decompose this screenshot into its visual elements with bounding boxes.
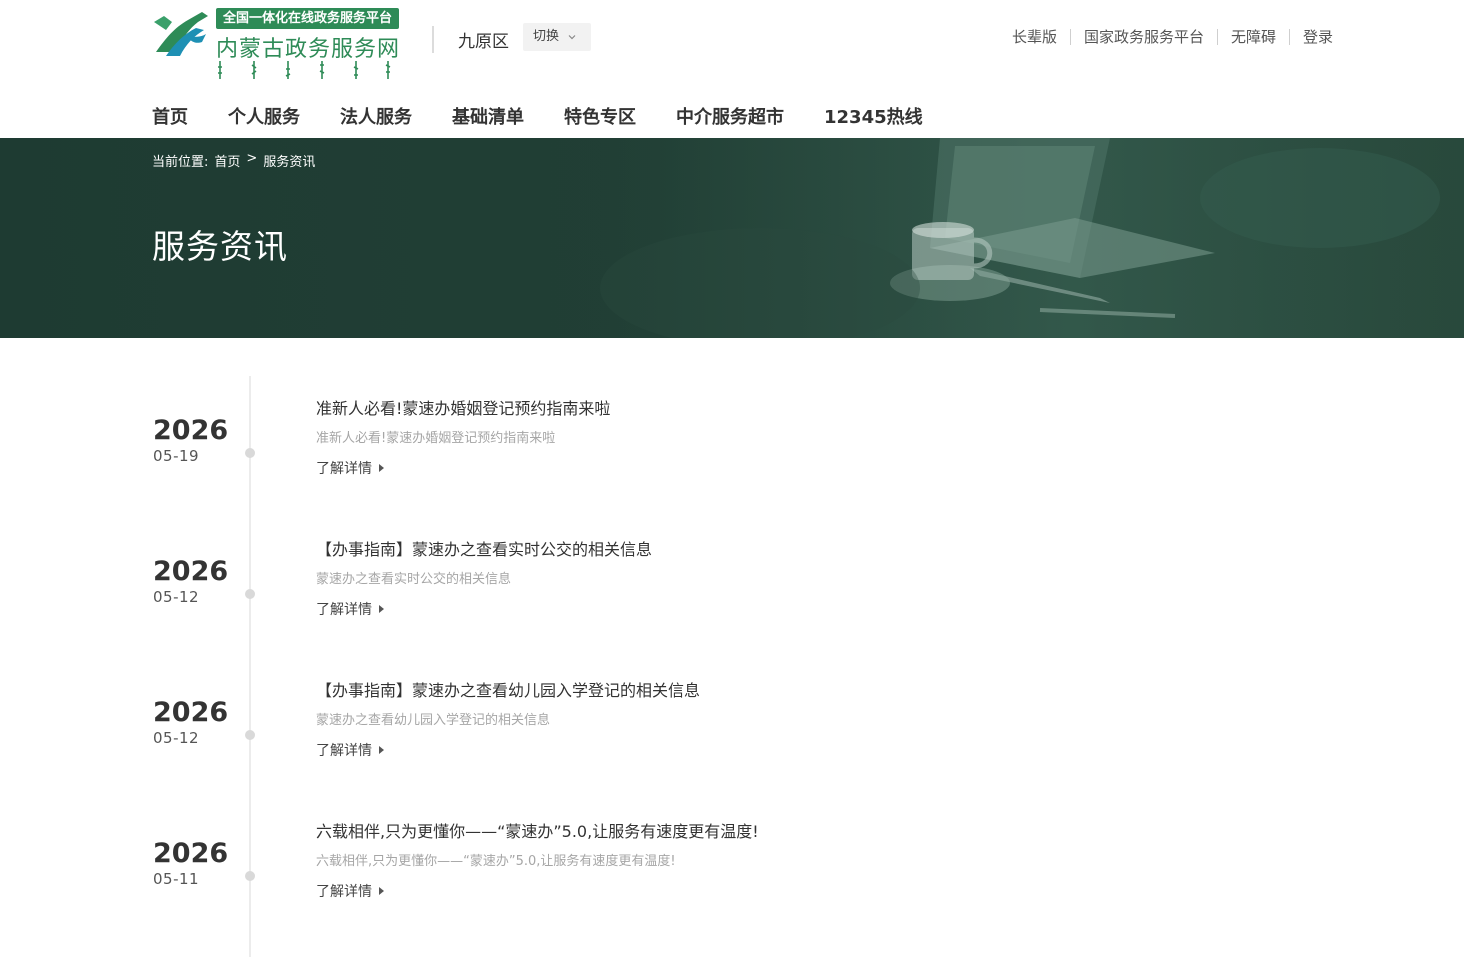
news-date: 05-12	[153, 729, 200, 747]
read-more-label: 了解详情	[316, 602, 372, 618]
national-platform-link[interactable]: 国家政务服务平台	[1084, 26, 1204, 47]
news-year: 2026	[153, 415, 229, 446]
news-summary: 蒙速办之查看幼儿园入学登记的相关信息	[316, 713, 551, 728]
timeline-dot	[245, 730, 255, 740]
news-summary: 蒙速办之查看实时公交的相关信息	[316, 572, 512, 587]
news-summary: 准新人必看!蒙速办婚姻登记预约指南来啦	[316, 431, 556, 446]
news-year: 2026	[153, 838, 229, 869]
nav-item-corporate[interactable]: 法人服务	[340, 103, 412, 129]
breadcrumb-current: 服务资讯	[263, 155, 316, 170]
news-year: 2026	[153, 697, 229, 728]
header-divider	[432, 26, 434, 53]
caret-right-icon	[379, 605, 384, 613]
news-item: 2026 05-11 六载相伴,只为更懂你——“蒙速办”5.0,让服务有速度更有…	[0, 822, 1464, 957]
link-separator	[1069, 28, 1071, 45]
breadcrumb: 当前位置: 首页 > 服务资讯	[152, 151, 315, 170]
timeline-dot	[245, 871, 255, 881]
chevron-down-icon	[568, 35, 576, 40]
login-link[interactable]: 登录	[1303, 26, 1333, 47]
news-summary: 六载相伴,只为更懂你——“蒙速办”5.0,让服务有速度更有温度!	[316, 854, 676, 869]
region-switch-label: 切换	[533, 29, 560, 44]
nav-item-agency-market[interactable]: 中介服务超市	[676, 103, 784, 129]
page-title: 服务资讯	[152, 227, 288, 266]
region-name: 九原区	[458, 32, 509, 52]
news-date: 05-19	[153, 447, 200, 465]
news-year: 2026	[153, 556, 229, 587]
nav-item-hotline[interactable]: 12345热线	[824, 103, 923, 129]
news-title-link[interactable]: 准新人必看!蒙速办婚姻登记预约指南来啦	[316, 395, 610, 419]
site-logo[interactable]: 全国一体化在线政务服务平台 内蒙古政务服务网	[152, 6, 400, 80]
read-more-link[interactable]: 了解详情	[316, 458, 384, 478]
breadcrumb-home-link[interactable]: 首页	[214, 151, 240, 170]
accessibility-link[interactable]: 无障碍	[1231, 26, 1276, 47]
nav-item-basic-list[interactable]: 基础清单	[452, 103, 524, 129]
site-header: 全国一体化在线政务服务平台 内蒙古政务服务网 九原区 切换 长辈版 国家政务服务…	[0, 0, 1464, 90]
news-item: 2026 05-12 【办事指南】蒙速办之查看实时公交的相关信息 蒙速办之查看实…	[0, 540, 1464, 697]
news-title-link[interactable]: 【办事指南】蒙速办之查看实时公交的相关信息	[316, 536, 652, 560]
top-links: 长辈版 国家政务服务平台 无障碍 登录	[1012, 26, 1333, 47]
link-separator	[1216, 28, 1218, 45]
news-title-link[interactable]: 六载相伴,只为更懂你——“蒙速办”5.0,让服务有速度更有温度!	[316, 818, 759, 842]
nav-item-home[interactable]: 首页	[152, 103, 188, 129]
region-switch-button[interactable]: 切换	[523, 23, 591, 51]
elder-mode-link[interactable]: 长辈版	[1012, 26, 1057, 47]
read-more-label: 了解详情	[316, 884, 372, 900]
news-date: 05-11	[153, 870, 200, 888]
breadcrumb-prefix: 当前位置:	[152, 155, 209, 170]
read-more-link[interactable]: 了解详情	[316, 599, 384, 619]
mongolian-script-logo-icon	[218, 61, 391, 79]
logo-badge: 全国一体化在线政务服务平台	[216, 8, 400, 29]
read-more-label: 了解详情	[316, 743, 372, 759]
read-more-label: 了解详情	[316, 461, 372, 477]
news-item: 2026 05-19 准新人必看!蒙速办婚姻登记预约指南来啦 准新人必看!蒙速办…	[0, 399, 1464, 556]
main-nav: 首页 个人服务 法人服务 基础清单 特色专区 中介服务超市 12345热线	[152, 103, 963, 129]
caret-right-icon	[379, 887, 384, 895]
nav-item-special-zone[interactable]: 特色专区	[564, 103, 636, 129]
link-separator	[1288, 28, 1290, 45]
breadcrumb-separator: >	[246, 151, 258, 166]
caret-right-icon	[379, 746, 384, 754]
timeline-dot	[245, 448, 255, 458]
news-title-link[interactable]: 【办事指南】蒙速办之查看幼儿园入学登记的相关信息	[316, 677, 700, 701]
timeline-dot	[245, 589, 255, 599]
read-more-link[interactable]: 了解详情	[316, 881, 384, 901]
read-more-link[interactable]: 了解详情	[316, 740, 384, 760]
nav-item-personal[interactable]: 个人服务	[228, 103, 300, 129]
news-date: 05-12	[153, 588, 200, 606]
page-banner: 当前位置: 首页 > 服务资讯 服务资讯	[0, 138, 1464, 338]
news-item: 2026 05-12 【办事指南】蒙速办之查看幼儿园入学登记的相关信息 蒙速办之…	[0, 681, 1464, 838]
horse-logo-icon	[154, 12, 208, 56]
caret-right-icon	[379, 464, 384, 472]
